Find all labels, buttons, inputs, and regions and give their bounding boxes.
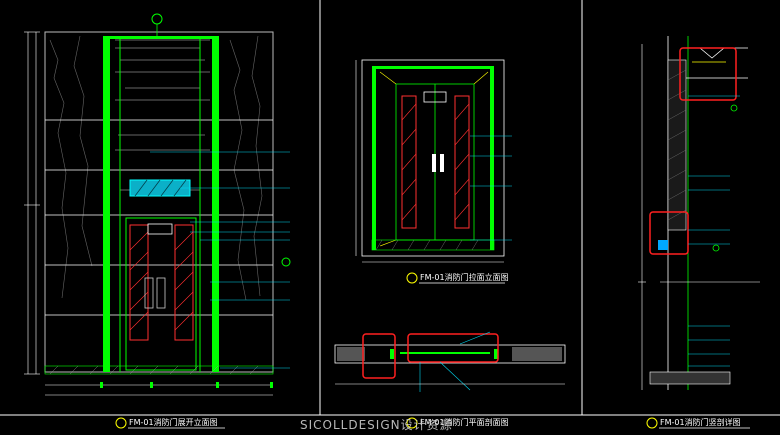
middle-elevation	[355, 59, 512, 263]
cad-drawing-canvas	[0, 0, 780, 429]
section-detail-title: FM-01消防门竖剖详图	[660, 418, 741, 427]
title-symbols	[115, 272, 658, 429]
left-elevation-title: FM-01消防门展开立面图	[129, 418, 218, 427]
middle-elevation-title: FM-01消防门拉面立面图	[420, 273, 509, 282]
section-detail	[638, 36, 760, 390]
watermark: SICOLLDESIGN设计资源	[300, 418, 453, 432]
plan-section	[334, 331, 566, 392]
left-elevation	[24, 13, 291, 396]
